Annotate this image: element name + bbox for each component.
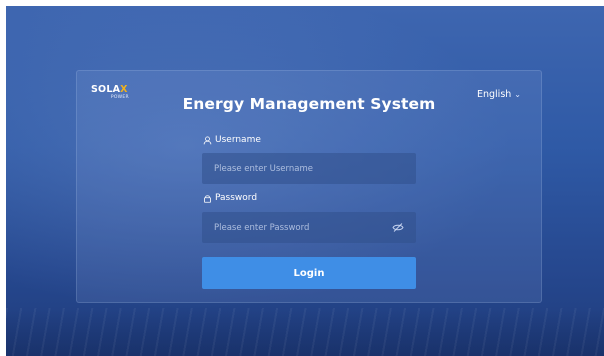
login-button[interactable]: Login <box>202 257 416 289</box>
password-label: Password <box>203 193 257 203</box>
eye-off-icon[interactable] <box>392 222 404 233</box>
user-icon <box>203 135 212 145</box>
password-input[interactable] <box>202 212 416 243</box>
username-field[interactable] <box>202 153 416 184</box>
login-card: SOLAX POWER English ⌄ Energy Management … <box>76 70 542 303</box>
page-title: Energy Management System <box>182 95 436 113</box>
username-label: Username <box>203 135 261 145</box>
lock-icon <box>203 194 212 203</box>
username-input[interactable] <box>202 153 416 184</box>
password-field[interactable] <box>202 212 416 243</box>
login-screen: SOLAX POWER English ⌄ Energy Management … <box>6 6 604 356</box>
